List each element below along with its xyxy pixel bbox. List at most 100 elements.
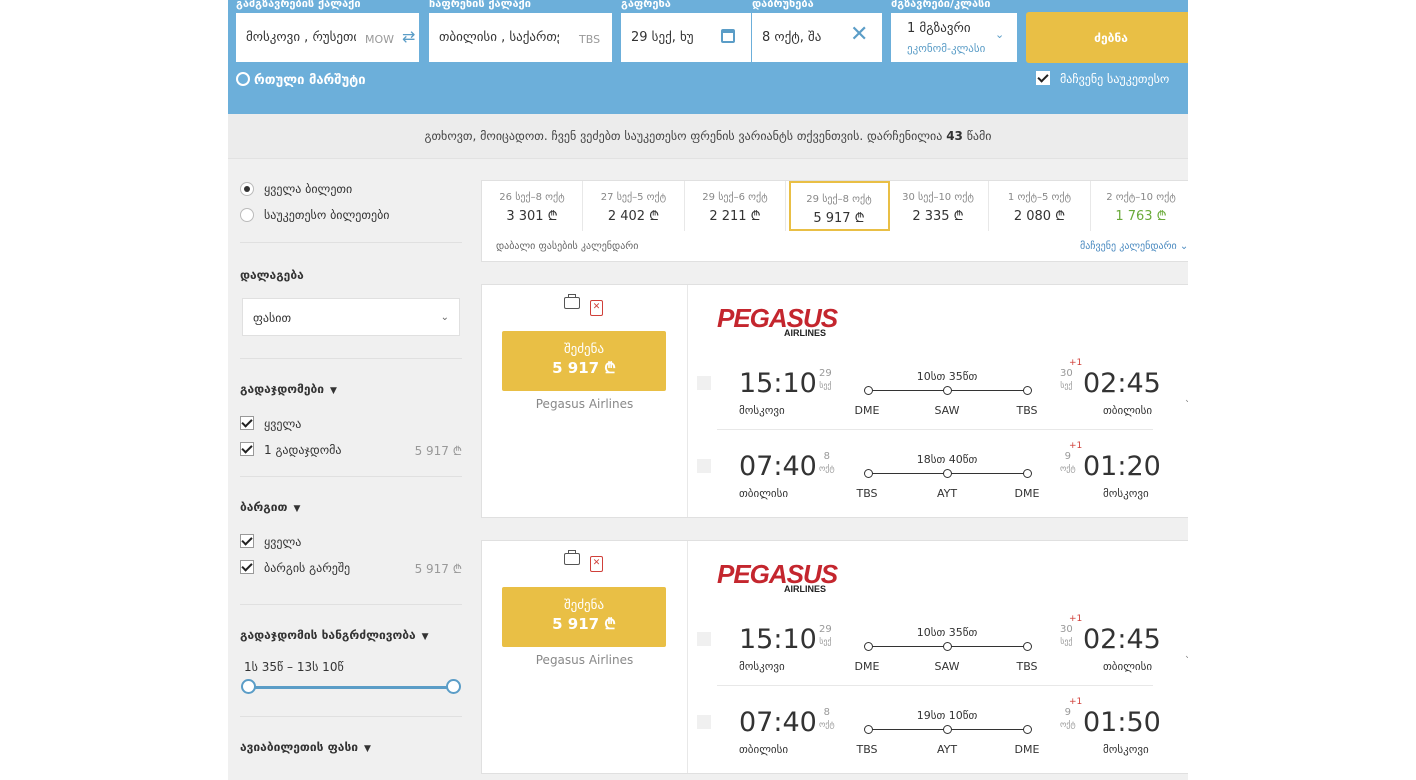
departure-day: 8	[823, 451, 830, 462]
chevron-down-icon: ⌄	[995, 28, 1005, 41]
wait-unit: წამი	[966, 129, 992, 143]
calendar-date-option[interactable]: 26 სექ–8 ოქტ 3 301 ₾	[482, 181, 583, 231]
chevron-down-icon: ⌄	[440, 312, 449, 323]
ticket-price: 5 917 ₾	[552, 615, 616, 633]
arrival-city: მოსკოვი	[1103, 487, 1149, 500]
stops-heading[interactable]: გადაჯდომები ▼	[240, 382, 337, 396]
checkbox-icon	[240, 534, 254, 548]
arrival-date: 9 ოქტ	[1060, 451, 1076, 475]
baggage-heading[interactable]: ბარგით ▼	[240, 500, 300, 514]
segment-select-checkbox[interactable]	[697, 715, 711, 729]
search-button[interactable]: ძებნა	[1026, 12, 1188, 63]
segment-select-checkbox[interactable]	[697, 376, 711, 390]
passengers-value: 1 მგზავრი	[907, 21, 971, 36]
divider	[240, 242, 462, 243]
calendar-date-option[interactable]: 30 სექ–10 ოქტ 2 335 ₾	[888, 181, 989, 231]
hand-luggage-icon	[564, 294, 580, 309]
stop-airport: AYT	[936, 487, 958, 500]
slider-handle-max[interactable]	[446, 679, 461, 694]
stops-one-label: 1 გადაჯდომა	[264, 443, 342, 457]
origin-value: მოსკოვი , რუსეთი	[246, 30, 356, 45]
return-date-value: 8 ოქტ, შა	[762, 30, 822, 45]
result-purchase-panel: ✕ შეძენა 5 917 ₾ Pegasus Airlines	[482, 285, 688, 517]
radio-icon	[240, 208, 254, 222]
departure-day: 8	[823, 707, 830, 718]
next-day-badge: +1	[1069, 358, 1083, 368]
radio-all-tickets[interactable]: ყველა ბილეთი	[240, 182, 462, 196]
clear-icon[interactable]: ✕	[850, 24, 868, 46]
price-calendar: 26 სექ–8 ოქტ 3 301 ₾ 27 სექ–5 ოქტ 2 402 ₾ 29…	[481, 180, 1188, 262]
stop-dot	[943, 386, 952, 395]
destination-field[interactable]: თბილისი , საქართველო TBS	[429, 13, 612, 62]
sort-value: ფასით	[253, 311, 292, 325]
calendar-price: 2 211 ₾	[709, 209, 761, 224]
stops-all-checkbox[interactable]: ყველა	[240, 416, 462, 431]
swap-icon[interactable]: ⇄	[402, 27, 415, 46]
caret-down-icon: ▼	[421, 632, 429, 642]
divider	[240, 476, 462, 477]
flight-duration: 10სთ 35წთ	[916, 626, 978, 639]
passengers-field[interactable]: 1 მგზავრი ეკონომ-კლასი ⌄	[891, 13, 1017, 62]
return-date-field[interactable]: 8 ოქტ, შა ✕	[752, 13, 882, 62]
stop-airport: SAW	[934, 660, 960, 673]
next-day-badge: +1	[1069, 697, 1083, 707]
calendar-date-option[interactable]: 29 სექ–6 ოქტ 2 211 ₾	[685, 181, 786, 231]
baggage-none-checkbox[interactable]: ბარგის გარეშე 5 917 ₾	[240, 560, 462, 576]
complex-route-link[interactable]: რთული მარშუტი	[236, 72, 366, 88]
buy-button[interactable]: შეძენა 5 917 ₾	[502, 331, 666, 391]
layover-heading-label: გადაჯდომის ხანგრძლივობა	[240, 628, 416, 642]
expand-icon[interactable]: ⌄	[1184, 651, 1188, 661]
airline-logo-sub: AIRLINES	[784, 328, 827, 338]
calendar-date-option[interactable]: 29 სექ–8 ოქტ 5 917 ₾	[788, 181, 890, 231]
calendar-date-option[interactable]: 1 ოქტ–5 ოქტ 2 080 ₾	[990, 181, 1091, 231]
flight-search-app: გამგზავრების ქალაქი მოსკოვი , რუსეთი MOW…	[228, 0, 1188, 780]
stops-one-checkbox[interactable]: 1 გადაჯდომა 5 917 ₾	[240, 442, 462, 458]
radio-best-tickets[interactable]: საუკეთესო ბილეთები	[240, 208, 462, 222]
destination-dot	[1023, 469, 1032, 478]
slider-handle-min[interactable]	[241, 679, 256, 694]
origin-field[interactable]: მოსკოვი , რუსეთი MOW ⇄	[236, 13, 419, 62]
show-best-label: მაჩვენე საუკეთესო	[1060, 72, 1170, 86]
departure-time: 15:10	[739, 368, 817, 399]
layover-heading[interactable]: გადაჯდომის ხანგრძლივობა ▼	[240, 628, 429, 642]
flight-segment[interactable]: 15:10 29 სექ მოსკოვი 10სთ 35წთ DME SAW TBS +1 30 ს…	[687, 348, 1188, 428]
origin-dot	[864, 642, 873, 651]
show-calendar-link[interactable]: მაჩვენე კალენდარი ⌄	[1080, 241, 1188, 252]
depart-date-field[interactable]: 29 სექ, ხუ	[621, 13, 751, 62]
calendar-date-option[interactable]: 27 სექ–5 ოქტ 2 402 ₾	[584, 181, 685, 231]
arrival-day: 30	[1060, 624, 1073, 635]
flight-segment[interactable]: 07:40 8 ოქტ თბილისი 19სთ 10წთ TBS AYT DME +1 9 ოქტ…	[687, 687, 1188, 767]
segment-select-checkbox[interactable]	[697, 459, 711, 473]
calendar-dates: 29 სექ–8 ოქტ	[806, 194, 872, 205]
segment-select-checkbox[interactable]	[697, 632, 711, 646]
airline-name: Pegasus Airlines	[535, 653, 634, 667]
destination-value: თბილისი , საქართველო	[439, 30, 559, 45]
baggage-all-checkbox[interactable]: ყველა	[240, 534, 462, 549]
show-best-checkbox[interactable]: მაჩვენე საუკეთესო	[1036, 71, 1169, 86]
sort-select[interactable]: ფასით ⌄	[242, 298, 460, 336]
checkbox-icon	[240, 416, 254, 430]
radio-icon	[240, 182, 254, 196]
flight-segment[interactable]: 15:10 29 სექ მოსკოვი 10სთ 35წთ DME SAW TBS +1 30 ს…	[687, 604, 1188, 684]
all-tickets-label: ყველა ბილეთი	[264, 182, 353, 196]
arrival-time: 02:45	[1083, 368, 1161, 399]
departure-date: 29 სექ	[819, 624, 832, 648]
arrival-time: 02:45	[1083, 624, 1161, 655]
price-heading[interactable]: ავიაბილეთის ფასი ▼	[240, 740, 371, 754]
expand-icon[interactable]: ⌄	[1184, 395, 1188, 405]
layover-slider[interactable]	[241, 679, 461, 694]
calendar-price: 3 301 ₾	[506, 209, 558, 224]
origin-code: MOW	[365, 33, 395, 46]
calendar-price: 2 335 ₾	[912, 209, 964, 224]
calendar-icon[interactable]	[721, 29, 735, 43]
buy-button[interactable]: შეძენა 5 917 ₾	[502, 587, 666, 647]
departure-day: 29	[819, 624, 832, 635]
departure-time: 15:10	[739, 624, 817, 655]
flight-segment[interactable]: 07:40 8 ოქტ თბილისი 18სთ 40წთ TBS AYT DME +1 9 ოქტ…	[687, 431, 1188, 511]
flight-duration: 19სთ 10წთ	[916, 709, 978, 722]
stops-one-price: 5 917 ₾	[414, 444, 462, 458]
destination-airport: TBS	[1016, 404, 1038, 417]
calendar-date-option[interactable]: 2 ოქტ–10 ოქტ 1 763 ₾	[1091, 181, 1188, 231]
hand-luggage-icon	[564, 550, 580, 565]
arrival-month: სექ	[1060, 637, 1073, 646]
